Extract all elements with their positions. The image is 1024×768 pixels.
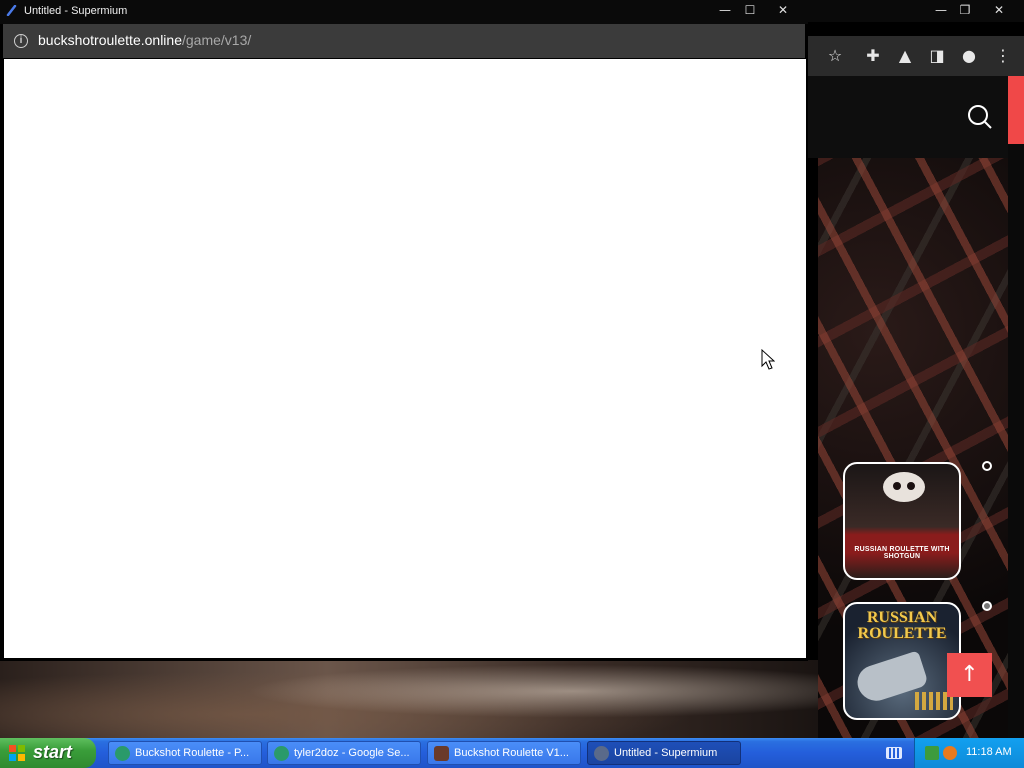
browser-icon — [274, 746, 289, 761]
keyboard-language-icon[interactable] — [886, 747, 902, 759]
taskbar: start Buckshot Roulette - P... tyler2doz… — [0, 738, 1024, 768]
bookmark-star-icon[interactable]: ☆ — [820, 36, 850, 76]
bg-restore-button[interactable]: ❐ — [950, 1, 980, 19]
taskbar-item-google-search[interactable]: tyler2doz - Google Se... — [267, 741, 421, 765]
supermium-icon — [594, 746, 609, 761]
clock[interactable]: 11:18 AM — [966, 746, 1012, 758]
game-card-title: RUSSIAN ROULETTE — [857, 609, 947, 642]
browser-menu-icon[interactable]: ⋮ — [988, 36, 1018, 76]
side-panel-icon[interactable]: ◨ — [922, 36, 952, 76]
start-label: start — [33, 742, 73, 762]
popup-titlebar[interactable]: Untitled - Supermium — ☐ ✕ — [0, 0, 808, 24]
windows-logo-icon — [9, 745, 25, 761]
background-video-strip — [0, 660, 818, 738]
background-toolbar: ☆ ✚ ▲ ◨ ● ⋮ — [808, 36, 1024, 76]
popup-address-bar[interactable]: i buckshotroulette.online/game/v13/ — [3, 24, 805, 58]
url-host: buckshotroulette.online — [38, 32, 182, 48]
popup-maximize-button[interactable]: ☐ — [735, 1, 765, 19]
game-card-title: RUSSIAN ROULETTE WITH SHOTGUN — [854, 546, 950, 560]
popup-page-content[interactable] — [4, 59, 806, 658]
page-scrollbar-thumb[interactable] — [1008, 76, 1024, 144]
dealer-face-image — [883, 472, 925, 502]
page-scrollbar-track[interactable] — [1008, 144, 1024, 738]
url-path: /game/v13/ — [182, 32, 252, 48]
url-text[interactable]: buckshotroulette.online/game/v13/ — [38, 32, 251, 48]
tray-network-icon[interactable] — [925, 746, 939, 760]
taskbar-item-label: tyler2doz - Google Se... — [294, 747, 410, 759]
profile-avatar-icon[interactable]: ● — [954, 36, 984, 76]
scroll-to-top-button[interactable]: ↑ — [947, 653, 992, 697]
popup-close-button[interactable]: ✕ — [768, 1, 798, 19]
game-card-russian-roulette[interactable]: RUSSIAN ROULETTE — [843, 602, 961, 720]
carousel-dot[interactable] — [982, 461, 992, 471]
labs-flask-icon[interactable]: ▲ — [890, 36, 920, 76]
system-tray: 11:18 AM — [914, 738, 1024, 768]
game-icon — [434, 746, 449, 761]
site-info-icon[interactable]: i — [14, 34, 28, 48]
taskbar-item-untitled-supermium[interactable]: Untitled - Supermium — [587, 741, 741, 765]
start-button[interactable]: start — [0, 738, 96, 768]
taskbar-item-label: Untitled - Supermium — [614, 747, 718, 759]
extensions-icon[interactable]: ✚ — [858, 36, 888, 76]
carousel-dot[interactable] — [982, 601, 992, 611]
search-icon[interactable] — [966, 103, 994, 131]
taskbar-item-label: Buckshot Roulette - P... — [135, 747, 250, 759]
taskbar-item-label: Buckshot Roulette V1... — [454, 747, 569, 759]
game-card-russian-roulette-shotgun[interactable]: RUSSIAN ROULETTE WITH SHOTGUN — [843, 462, 961, 580]
taskbar-item-buckshot-roulette-p[interactable]: Buckshot Roulette - P... — [108, 741, 262, 765]
popup-window-title: Untitled - Supermium — [24, 5, 128, 17]
bg-close-button[interactable]: ✕ — [984, 1, 1014, 19]
mouse-cursor-icon — [761, 349, 775, 370]
supermium-app-icon — [6, 5, 17, 16]
popup-window: Untitled - Supermium — ☐ ✕ i buckshotrou… — [0, 0, 808, 661]
tray-search-icon[interactable] — [943, 746, 957, 760]
taskbar-item-buckshot-roulette-v1[interactable]: Buckshot Roulette V1... — [427, 741, 581, 765]
browser-icon — [115, 746, 130, 761]
